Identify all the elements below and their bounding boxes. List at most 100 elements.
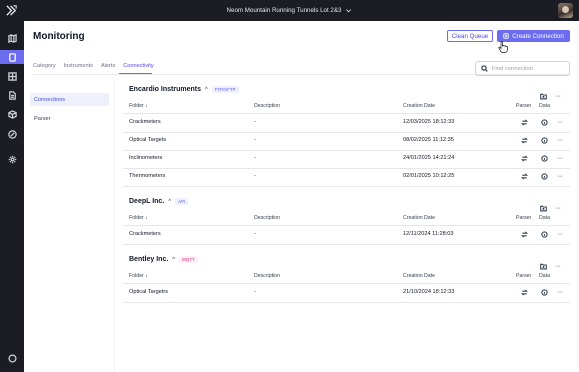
group-header[interactable]: DeepL Inc. ^ API	[129, 198, 189, 205]
parser-button[interactable]	[521, 119, 528, 126]
col-creation-date: Creation Date	[403, 103, 436, 109]
group-header[interactable]: Bentley Inc. ^ MQTT	[129, 256, 198, 263]
more-options-icon[interactable]: ···	[555, 93, 561, 100]
parser-button[interactable]	[521, 173, 528, 180]
connection-icon	[503, 33, 509, 39]
tab-alerts[interactable]: Alerts	[101, 63, 115, 69]
data-info-button[interactable]	[541, 173, 548, 180]
data-info-button[interactable]	[541, 155, 548, 162]
col-parser: Parser	[516, 273, 532, 279]
col-folder[interactable]: Folder ↓	[129, 273, 148, 279]
rail-connections[interactable]	[0, 127, 24, 141]
parser-button[interactable]	[521, 137, 528, 144]
row-description: -	[254, 231, 256, 237]
table-row[interactable]: Thermometers - 02/01/2025 10:12:25 ···	[123, 168, 570, 186]
group-name: DeepL Inc.	[129, 198, 165, 205]
col-folder[interactable]: Folder ↓	[129, 103, 148, 109]
chevron-up-icon[interactable]: ^	[172, 257, 175, 263]
map-icon	[7, 33, 17, 43]
active-tab-indicator	[119, 73, 152, 74]
table-row[interactable]: Inclinometers - 24/01/2025 14:21:24 ···	[123, 150, 570, 168]
row-more-icon[interactable]: ···	[557, 173, 564, 180]
chevron-up-icon[interactable]: ^	[168, 199, 171, 205]
add-folder-icon	[540, 205, 547, 212]
row-folder: Optical Targets	[129, 137, 167, 143]
project-selector[interactable]: Neom Mountain Running Tunnels Lot 2&3	[0, 0, 579, 21]
info-icon	[541, 289, 548, 296]
table-header: Folder ↓ Description Creation Date Parse…	[129, 101, 570, 113]
user-avatar[interactable]	[558, 3, 573, 18]
data-info-button[interactable]	[541, 137, 548, 144]
row-description: -	[254, 173, 256, 179]
parser-arrows-icon	[521, 173, 528, 180]
row-more-icon[interactable]: ···	[557, 289, 564, 296]
col-parser: Parser	[516, 215, 532, 221]
parser-button[interactable]	[521, 289, 528, 296]
tab-category[interactable]: Category	[33, 63, 56, 69]
arrow-down-icon: ↓	[145, 215, 148, 221]
subnav-connections[interactable]: Connections	[30, 93, 109, 106]
search-input[interactable]: Find connection	[475, 61, 570, 76]
arrow-down-icon: ↓	[145, 103, 148, 109]
data-info-button[interactable]	[541, 289, 548, 296]
hand-cursor-icon	[498, 41, 508, 53]
link-icon	[7, 129, 17, 139]
col-description: Description	[254, 103, 280, 109]
row-more-icon[interactable]: ···	[557, 119, 564, 126]
more-options-icon[interactable]: ···	[555, 263, 561, 270]
project-name: Neom Mountain Running Tunnels Lot 2&3	[226, 7, 342, 14]
group-header[interactable]: Encardio Instruments ^ FTP/SFTP	[129, 86, 239, 93]
col-creation-date: Creation Date	[403, 273, 436, 279]
col-description: Description	[254, 273, 280, 279]
add-folder-icon	[540, 263, 547, 270]
row-divider	[123, 186, 570, 187]
parser-arrows-icon	[521, 155, 528, 162]
table-row[interactable]: Optical Targets - 08/02/2025 11:12:35 ··…	[123, 132, 570, 150]
rail-documents[interactable]	[0, 88, 24, 102]
parser-arrows-icon	[521, 289, 528, 296]
table-header: Folder ↓ Description Creation Date Parse…	[129, 271, 570, 283]
chevron-up-icon[interactable]: ^	[205, 87, 208, 93]
col-parser: Parser	[516, 103, 532, 109]
more-options-icon[interactable]: ···	[555, 205, 561, 212]
tab-connectivity[interactable]: Connectivity	[123, 63, 153, 69]
info-icon	[541, 173, 548, 180]
row-folder: Optical Targetrs	[129, 289, 169, 295]
table-row[interactable]: Crackmeters - 12/03/2025 18:12:33 ···	[123, 114, 570, 132]
row-date: 02/01/2025 10:12:25	[403, 173, 455, 179]
data-info-button[interactable]	[541, 119, 548, 126]
info-icon	[541, 137, 548, 144]
parser-button[interactable]	[521, 231, 528, 238]
row-more-icon[interactable]: ···	[557, 231, 564, 238]
data-info-button[interactable]	[541, 231, 548, 238]
row-more-icon[interactable]: ···	[557, 155, 564, 162]
row-folder: Crackmeters	[129, 231, 161, 237]
col-folder[interactable]: Folder ↓	[129, 215, 148, 221]
arrow-down-icon: ↓	[145, 273, 148, 279]
tab-bar: Category Instruments Alerts Connectivity	[33, 63, 154, 69]
rail-map[interactable]	[0, 31, 24, 45]
add-folder-icon	[540, 93, 547, 100]
rail-settings[interactable]	[0, 152, 24, 166]
rail-packages[interactable]	[0, 107, 24, 121]
subnav-parser[interactable]: Parser	[30, 112, 109, 125]
search-placeholder: Find connection	[492, 65, 533, 72]
clean-queue-button[interactable]: Clean Queue	[447, 30, 493, 42]
chevron-down-icon	[346, 9, 352, 13]
table-row[interactable]: Optical Targetrs - 21/10/2024 18:12:33 ·…	[123, 284, 570, 302]
row-description: -	[254, 289, 256, 295]
monitoring-icon	[8, 52, 16, 62]
parser-arrows-icon	[521, 231, 528, 238]
rail-chat[interactable]	[0, 351, 24, 365]
table-row[interactable]: Crackmeters - 12/11/2024 11:28:03 ···	[123, 226, 570, 244]
col-data: Data	[539, 103, 550, 109]
col-description: Description	[254, 215, 280, 221]
rail-dashboard[interactable]	[0, 69, 24, 83]
row-description: -	[254, 137, 256, 143]
parser-arrows-icon	[521, 119, 528, 126]
row-description: -	[254, 155, 256, 161]
rail-monitoring[interactable]	[0, 50, 24, 64]
tab-instruments[interactable]: Instruments	[64, 63, 93, 69]
row-more-icon[interactable]: ···	[557, 137, 564, 144]
parser-button[interactable]	[521, 155, 528, 162]
